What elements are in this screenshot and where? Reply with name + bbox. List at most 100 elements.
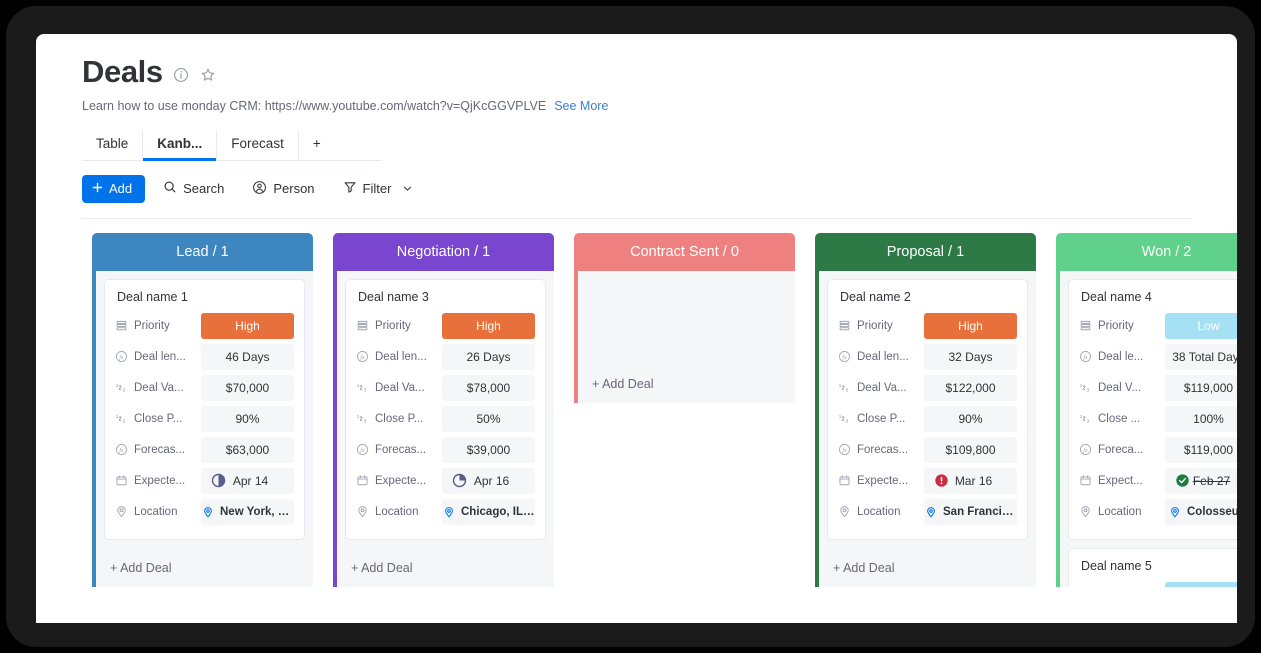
column-header[interactable]: Won / 2 [1056,232,1237,271]
deal-field-value[interactable]: Mar 16 [924,467,1017,494]
svg-text:3: 3 [846,387,849,392]
deal-card[interactable]: Deal name 2 Priority High fx Deal len... 32 D… [827,278,1028,540]
deal-field-label: Location [1079,505,1159,518]
page-title: Deals [82,54,163,89]
person-button[interactable]: Person [242,175,324,203]
deal-field-label-text: Deal len... [134,350,186,363]
deal-card-title: Deal name 3 [358,289,429,304]
formula-icon: fx [356,350,369,363]
tab-table[interactable]: Table [82,129,144,160]
star-icon[interactable] [200,67,217,84]
deal-field-value[interactable]: High [201,312,294,339]
info-icon[interactable] [173,67,190,84]
deal-field-value[interactable]: Apr 16 [442,467,535,494]
deal-field-value[interactable]: $122,000 [924,374,1017,401]
add-deal-button[interactable]: + Add Deal [819,551,1036,587]
deal-field-row: Expect... Feb 27 [1079,467,1237,494]
done-check-icon [1175,473,1190,488]
calendar-icon [1079,474,1092,487]
deal-field-value-text: $63,000 [225,442,270,457]
deal-field-value[interactable]: 50% [442,405,535,432]
add-view-button[interactable]: + [299,130,335,160]
deal-field-value[interactable]: Chicago, IL, USA [442,498,535,525]
deal-field-value-text: Chicago, IL, USA [461,505,535,518]
column-header[interactable]: Proposal / 1 [815,232,1036,271]
deal-field-label-text: Expecte... [857,474,909,487]
column-header[interactable]: Contract Sent / 0 [574,232,795,271]
see-more-link[interactable]: See More [554,99,608,113]
svg-text:fx: fx [1083,447,1088,454]
deal-field-row: Location Chicago, IL, USA [356,498,535,525]
deal-field-value[interactable]: High [442,312,535,339]
deal-field-label-text: Priority [375,319,411,332]
svg-text:2: 2 [842,416,845,422]
progress-quarter-icon [452,473,467,488]
deal-field-value[interactable]: $119,000 [1165,374,1237,401]
deal-field-value[interactable]: Low [1165,581,1237,587]
deal-field-row: fx Foreca... $119,000 [1079,436,1237,463]
deal-field-row: 1 2 3 Close ... 100% [1079,405,1237,432]
deal-field-value[interactable]: 90% [924,405,1017,432]
deal-field-value-text: $119,000 [1183,380,1234,395]
deal-field-value[interactable]: Feb 27 [1165,467,1237,494]
svg-text:3: 3 [364,387,367,392]
deal-field-value[interactable]: 46 Days [201,343,294,370]
deal-field-label: 1 2 3 Deal V... [1079,381,1159,394]
kanban-column: Lead / 1 Deal name 1 Priority High fx Deal le… [92,232,313,587]
svg-text:fx: fx [360,447,365,454]
deal-field-label-text: Close P... [857,412,906,425]
column-cards: Deal name 2 Priority High fx Deal len... 32 D… [819,271,1036,551]
deal-field-label-text: Close P... [375,412,424,425]
kanban-column: Negotiation / 1 Deal name 3 Priority High fx… [333,232,554,587]
deal-field-value[interactable]: $78,000 [442,374,535,401]
svg-text:2: 2 [119,416,122,422]
deal-field-row: Expecte... Apr 16 [356,467,535,494]
deal-card-title: Deal name 1 [117,289,188,304]
deal-card[interactable]: Deal name 1 Priority High fx Deal len... 46 D… [104,278,305,540]
filter-button[interactable]: Filter [333,175,425,203]
tab-kanban[interactable]: Kanb... [143,129,218,161]
add-deal-button[interactable]: + Add Deal [96,551,313,587]
map-pin-icon [924,505,937,518]
deal-field-value[interactable]: 100% [1165,405,1237,432]
column-header[interactable]: Negotiation / 1 [333,232,554,271]
deal-field-row: Priority High [115,312,294,339]
deal-field-value[interactable]: New York, NY, USA [201,498,294,525]
svg-text:3: 3 [364,418,367,423]
deal-field-value[interactable]: $70,000 [201,374,294,401]
deal-field-value[interactable]: 26 Days [442,343,535,370]
deal-card[interactable]: Deal name 5 PriorityLow [1068,547,1237,587]
deal-field-value[interactable]: Low [1165,312,1237,339]
deal-field-label: Expect... [1079,474,1159,487]
deal-field-value[interactable]: 90% [201,405,294,432]
deal-card[interactable]: Deal name 3 Priority High fx Deal len... 26 D… [345,278,546,540]
deal-field-value[interactable]: High [924,312,1017,339]
deal-field-value[interactable]: $109,800 [924,436,1017,463]
tab-forecast[interactable]: Forecast [217,129,299,160]
add-button[interactable]: Add [82,174,146,203]
deal-field-value-text: 32 Days [948,349,993,364]
deal-field-value[interactable]: $63,000 [201,436,294,463]
deal-field-value-text: Low [1197,318,1220,333]
map-pin-icon [1168,505,1181,518]
column-body: Deal name 3 Priority High fx Deal len... 26 D… [333,270,554,587]
add-deal-button[interactable]: + Add Deal [337,551,554,587]
deal-field-value[interactable]: Apr 14 [201,467,294,494]
deal-card[interactable]: Deal name 4 Priority Low fx Deal le... 38 Tot… [1068,278,1237,540]
chevron-down-icon[interactable] [401,182,414,195]
person-icon [252,180,267,198]
column-header[interactable]: Lead / 1 [92,232,313,271]
deal-field-value[interactable]: $39,000 [442,436,535,463]
formula-icon: fx [1079,443,1092,456]
deal-field-value-text: 90% [958,411,983,426]
deal-field-label-text: Forecas... [134,443,186,456]
deal-field-value[interactable]: 38 Total Days [1165,343,1237,370]
deal-field-value[interactable]: San Francisco, C... [924,498,1017,525]
search-button[interactable]: Search [153,175,234,203]
add-deal-button[interactable]: + Add Deal [578,367,795,403]
deal-field-value[interactable]: Colosseum [1165,498,1237,525]
deal-field-value-text: San Francisco, C... [943,505,1017,518]
deal-field-label: fx Deal len... [115,350,195,363]
deal-field-value[interactable]: $119,000 [1165,436,1237,463]
deal-field-value[interactable]: 32 Days [924,343,1017,370]
